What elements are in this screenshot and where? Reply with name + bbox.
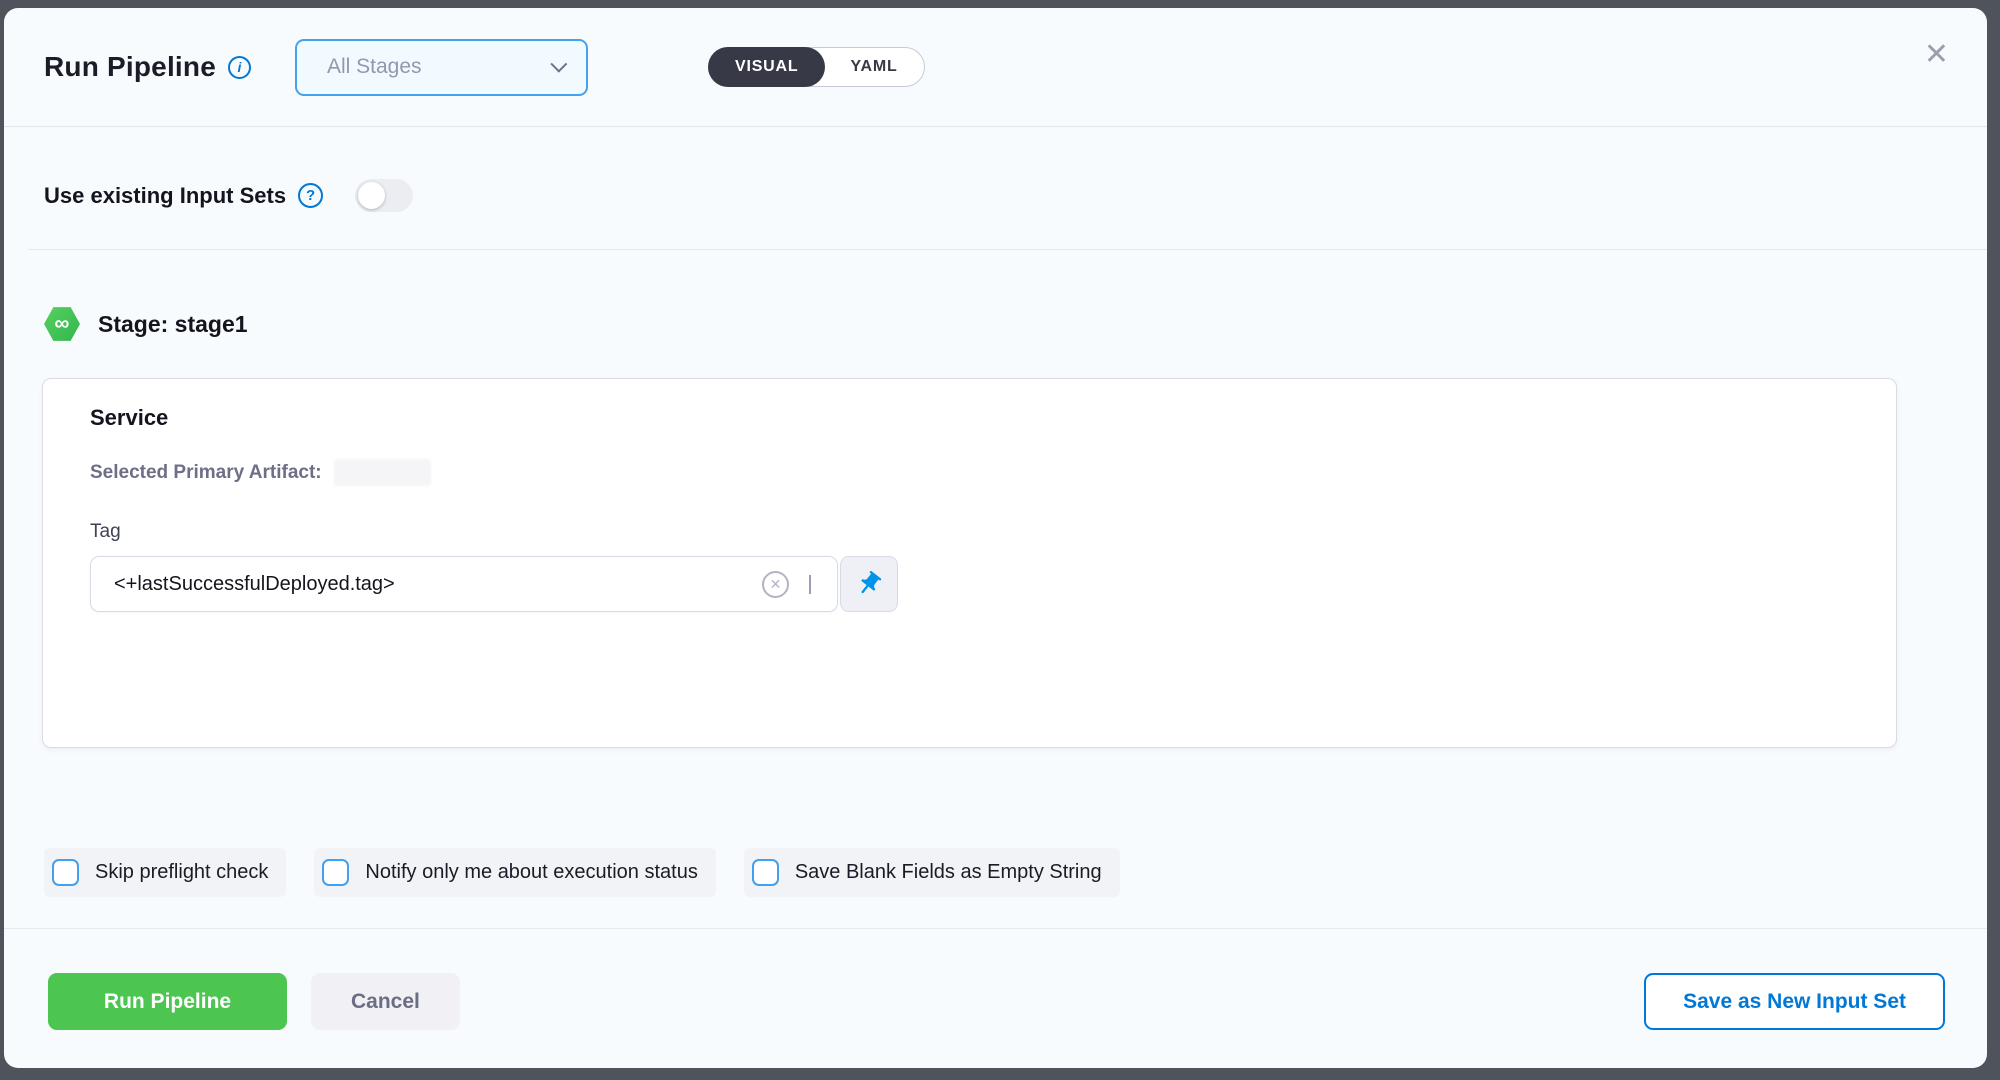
stage-selector-value: All Stages — [327, 55, 550, 79]
save-as-new-input-set-button[interactable]: Save as New Input Set — [1644, 973, 1945, 1030]
visual-yaml-toggle: VISUAL YAML — [708, 47, 925, 87]
tag-field-label: Tag — [90, 521, 1896, 543]
dialog-footer: Run Pipeline Cancel Save as New Input Se… — [4, 935, 1987, 1068]
selected-artifact-row: Selected Primary Artifact: — [90, 459, 1896, 486]
option-skip-preflight[interactable]: Skip preflight check — [44, 848, 286, 897]
use-existing-input-sets-label: Use existing Input Sets — [44, 183, 286, 209]
checkbox-icon[interactable] — [322, 859, 349, 886]
pin-icon — [849, 564, 888, 603]
run-pipeline-button[interactable]: Run Pipeline — [48, 973, 287, 1030]
section-divider — [28, 249, 1987, 250]
dialog-body: Use existing Input Sets ? ∞ Stage: stage… — [4, 127, 1987, 935]
service-card: Service Selected Primary Artifact: Tag ✕ — [42, 378, 1897, 748]
tab-visual[interactable]: VISUAL — [708, 47, 825, 87]
deploy-stage-icon: ∞ — [44, 306, 80, 342]
dialog-header: Run Pipeline i All Stages VISUAL YAML ✕ — [4, 8, 1987, 127]
use-existing-input-sets-row: Use existing Input Sets ? — [44, 179, 1987, 212]
option-label: Notify only me about execution status — [365, 861, 697, 884]
page-title: Run Pipeline — [44, 51, 216, 83]
pin-button[interactable] — [840, 556, 898, 612]
selected-artifact-label: Selected Primary Artifact: — [90, 462, 322, 484]
tag-field-row: ✕ — [90, 556, 1896, 612]
toggle-knob — [358, 182, 385, 209]
option-notify-only-me[interactable]: Notify only me about execution status — [314, 848, 715, 897]
service-card-title: Service — [90, 405, 1896, 431]
info-icon[interactable]: i — [228, 56, 251, 79]
checkbox-icon[interactable] — [52, 859, 79, 886]
cancel-button[interactable]: Cancel — [311, 973, 460, 1030]
stage-selector-dropdown[interactable]: All Stages — [295, 39, 588, 96]
run-pipeline-dialog: Run Pipeline i All Stages VISUAL YAML ✕ … — [4, 8, 1987, 1068]
execution-options-row: Skip preflight check Notify only me abou… — [44, 848, 1987, 897]
tab-yaml[interactable]: YAML — [823, 47, 924, 87]
tag-input-wrapper: ✕ — [90, 556, 838, 612]
footer-divider — [4, 928, 1987, 929]
option-save-blank-fields[interactable]: Save Blank Fields as Empty String — [744, 848, 1120, 897]
stage-row: ∞ Stage: stage1 — [44, 306, 1987, 342]
stage-label: Stage: stage1 — [98, 311, 248, 338]
input-sets-toggle[interactable] — [355, 179, 413, 212]
chevron-down-icon — [550, 56, 567, 73]
clear-icon[interactable]: ✕ — [762, 571, 789, 598]
option-label: Skip preflight check — [95, 861, 268, 884]
tag-chevron-down-icon[interactable] — [809, 575, 811, 593]
option-label: Save Blank Fields as Empty String — [795, 861, 1102, 884]
checkbox-icon[interactable] — [752, 859, 779, 886]
help-icon[interactable]: ? — [298, 183, 323, 208]
close-icon[interactable]: ✕ — [1924, 40, 1949, 70]
tag-input[interactable] — [91, 557, 762, 611]
selected-artifact-value-redacted — [334, 459, 431, 486]
